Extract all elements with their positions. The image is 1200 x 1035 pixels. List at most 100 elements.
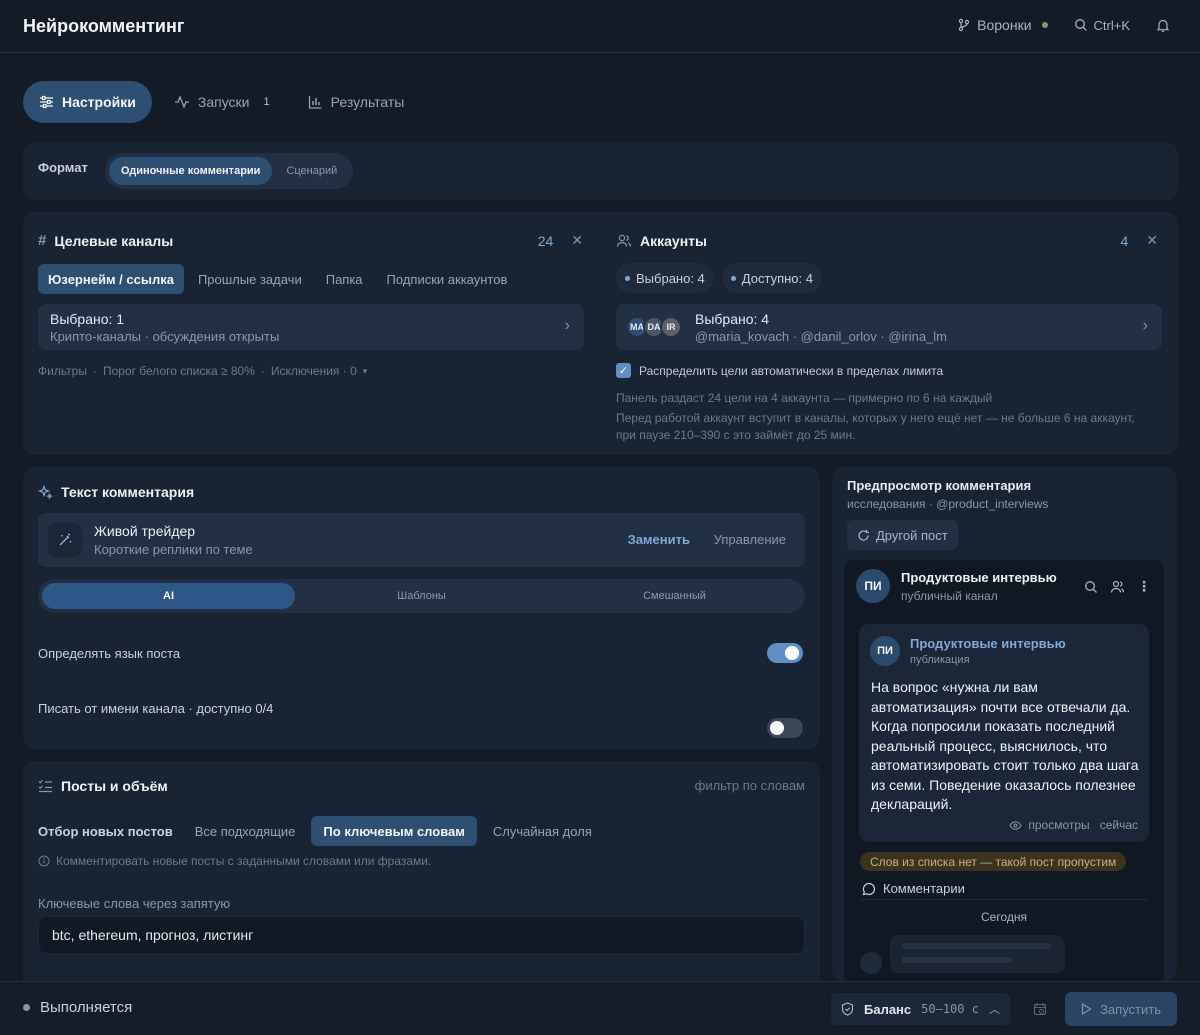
date-separator: Сегодня bbox=[981, 910, 1027, 924]
selection-all[interactable]: Все подходящие bbox=[185, 816, 306, 846]
channels-selection-row[interactable]: Выбрано: 1 Крипто-каналы · обсуждения от… bbox=[38, 304, 584, 350]
more-vertical-icon[interactable]: ⋮ bbox=[1137, 578, 1151, 595]
bar-chart-icon bbox=[308, 96, 322, 109]
info-icon bbox=[38, 855, 50, 867]
channels-count: 24 bbox=[537, 232, 554, 249]
keyword-warning-badge: Слов из списка нет — такой пост пропусти… bbox=[860, 852, 1127, 871]
tab-runs-count: 1 bbox=[263, 96, 270, 108]
detect-language-label: Определять язык поста bbox=[38, 646, 181, 661]
tab-results-label: Результаты bbox=[330, 94, 405, 110]
channels-selected-desc: Крипто-каналы · обсуждения открыты bbox=[50, 329, 280, 344]
footer-bar: Выполняется Баланс 50–100 с ︿ Запустить bbox=[0, 981, 1200, 1035]
tab-settings[interactable]: Настройки bbox=[23, 81, 152, 123]
clear-accounts-icon[interactable]: ✕ bbox=[1146, 232, 1158, 249]
keywords-label: Ключевые слова через запятую bbox=[38, 896, 231, 911]
post-author: Продуктовые интервью bbox=[910, 636, 1066, 651]
balance-selector[interactable]: Баланс 50–100 с ︿ bbox=[831, 993, 1010, 1025]
comment-avatar-placeholder bbox=[860, 952, 882, 974]
activity-icon bbox=[174, 95, 189, 109]
balance-range: 50–100 с bbox=[921, 1002, 979, 1016]
post-time: сейчас bbox=[1099, 818, 1138, 832]
source-tab-username[interactable]: Юзернейм / ссылка bbox=[38, 264, 184, 294]
write-as-channel-label: Писать от имени канала · доступно 0/4 bbox=[38, 701, 274, 716]
mode-mixed[interactable]: Смешанный bbox=[548, 583, 801, 609]
accounts-selection-row[interactable]: MA DA IR Выбрано: 4 @maria_kovach · @dan… bbox=[616, 304, 1162, 350]
calendar-clock-icon bbox=[1033, 1003, 1047, 1016]
preview-title: Предпросмотр комментария bbox=[847, 478, 1032, 493]
join-note: Перед работой аккаунт вступит в каналы, … bbox=[616, 411, 1135, 442]
search-icon[interactable] bbox=[1084, 580, 1098, 594]
run-button[interactable]: Запустить bbox=[1065, 992, 1177, 1026]
notifications-button[interactable] bbox=[1156, 18, 1170, 33]
selection-keywords[interactable]: По ключевым словам bbox=[311, 816, 477, 846]
selection-label: Отбор новых постов bbox=[38, 823, 173, 839]
post-text: На вопрос «нужна ли вам автоматизация» п… bbox=[871, 679, 1139, 812]
shield-icon bbox=[841, 1002, 854, 1016]
replace-persona-button[interactable]: Заменить bbox=[628, 532, 690, 547]
chevron-up-icon: ︿ bbox=[988, 1004, 1000, 1016]
top-bar: Нейрокомментинг Воронки Ctrl+K bbox=[0, 0, 1200, 53]
tab-runs[interactable]: Запуски 1 bbox=[158, 81, 286, 123]
search-button[interactable]: Ctrl+K bbox=[1074, 18, 1130, 33]
sparkles-icon bbox=[38, 484, 53, 500]
filters-label: Фильтры bbox=[38, 364, 87, 378]
selection-random[interactable]: Случайная доля bbox=[483, 816, 602, 846]
channel-name: Продуктовые интервью bbox=[901, 570, 1057, 585]
post-bubble: ПИ Продуктовые интервью публикация На во… bbox=[859, 624, 1149, 842]
search-icon bbox=[1074, 19, 1087, 31]
divider bbox=[860, 899, 1148, 900]
sliders-icon bbox=[40, 95, 53, 109]
channels-filters[interactable]: Фильтры · Порог белого списка ≥ 80% · Ис… bbox=[38, 364, 367, 378]
source-tab-folder[interactable]: Папка bbox=[316, 264, 373, 294]
keywords-input[interactable]: btc, ethereum, прогноз, листинг bbox=[38, 916, 805, 954]
manage-personas-button[interactable]: Управление bbox=[714, 532, 786, 547]
post-author-avatar: ПИ bbox=[870, 636, 900, 666]
funnels-button[interactable]: Воронки bbox=[957, 17, 1048, 33]
source-tab-past-tasks[interactable]: Прошлые задачи bbox=[188, 264, 312, 294]
source-tab-subscriptions[interactable]: Подписки аккаунтов bbox=[377, 264, 518, 294]
channel-type: публичный канал bbox=[901, 589, 998, 603]
telegram-preview: ПИ Продуктовые интервью публичный канал … bbox=[844, 560, 1164, 981]
members-icon[interactable] bbox=[1110, 580, 1125, 594]
comment-text-title: Текст комментария bbox=[61, 484, 195, 500]
tab-results[interactable]: Результаты bbox=[292, 81, 421, 123]
comment-skeleton bbox=[890, 935, 1065, 973]
funnels-label: Воронки bbox=[977, 17, 1032, 33]
write-as-channel-toggle[interactable] bbox=[767, 718, 803, 738]
comment-text-card: Текст комментария Живой трейдер Короткие… bbox=[23, 467, 820, 749]
generation-mode-switch: AI Шаблоны Смешанный bbox=[38, 579, 805, 613]
clear-channels-icon[interactable]: ✕ bbox=[571, 232, 583, 249]
status-dot bbox=[1041, 22, 1048, 28]
accounts-title: Аккаунты bbox=[640, 232, 707, 249]
mode-templates[interactable]: Шаблоны bbox=[295, 583, 548, 609]
auto-distribute-checkbox[interactable]: ✓ bbox=[616, 363, 631, 378]
selection-info: Комментировать новые посты с заданными с… bbox=[56, 854, 432, 868]
chevron-down-icon: ▾ bbox=[362, 365, 368, 376]
persona-description: Короткие реплики по теме bbox=[94, 542, 253, 557]
post-kind: публикация bbox=[910, 654, 970, 666]
format-option-scenario[interactable]: Сценарий bbox=[274, 157, 349, 185]
mode-ai[interactable]: AI bbox=[42, 583, 295, 609]
schedule-button[interactable] bbox=[1025, 993, 1055, 1025]
accounts-count: 4 bbox=[1120, 232, 1129, 249]
preview-source: исследования · @product_interviews bbox=[847, 497, 1049, 511]
persona-name: Живой трейдер bbox=[94, 523, 196, 539]
word-filter-hint: фильтр по словам bbox=[694, 778, 805, 793]
hash-icon: # bbox=[38, 232, 47, 249]
accounts-selected-pill[interactable]: Выбрано: 4 bbox=[616, 263, 714, 293]
play-icon bbox=[1081, 1003, 1092, 1015]
accounts-selected-pill-label: Выбрано: 4 bbox=[636, 270, 705, 286]
format-label: Формат bbox=[38, 160, 88, 175]
preview-card: Предпросмотр комментария исследования · … bbox=[832, 467, 1177, 981]
persona-row: Живой трейдер Короткие реплики по теме З… bbox=[38, 513, 805, 567]
chevron-right-icon: › bbox=[1142, 317, 1148, 334]
detect-language-toggle[interactable] bbox=[767, 643, 803, 663]
run-status: Выполняется bbox=[40, 999, 133, 1016]
other-post-button[interactable]: Другой пост bbox=[847, 520, 958, 550]
accounts-available-pill[interactable]: Доступно: 4 bbox=[721, 263, 822, 293]
comment-icon bbox=[862, 882, 876, 895]
channel-avatar: ПИ bbox=[856, 569, 890, 603]
tab-runs-label: Запуски bbox=[197, 94, 250, 110]
magic-wand-icon bbox=[48, 523, 82, 557]
format-option-single[interactable]: Одиночные комментарии bbox=[109, 157, 273, 185]
